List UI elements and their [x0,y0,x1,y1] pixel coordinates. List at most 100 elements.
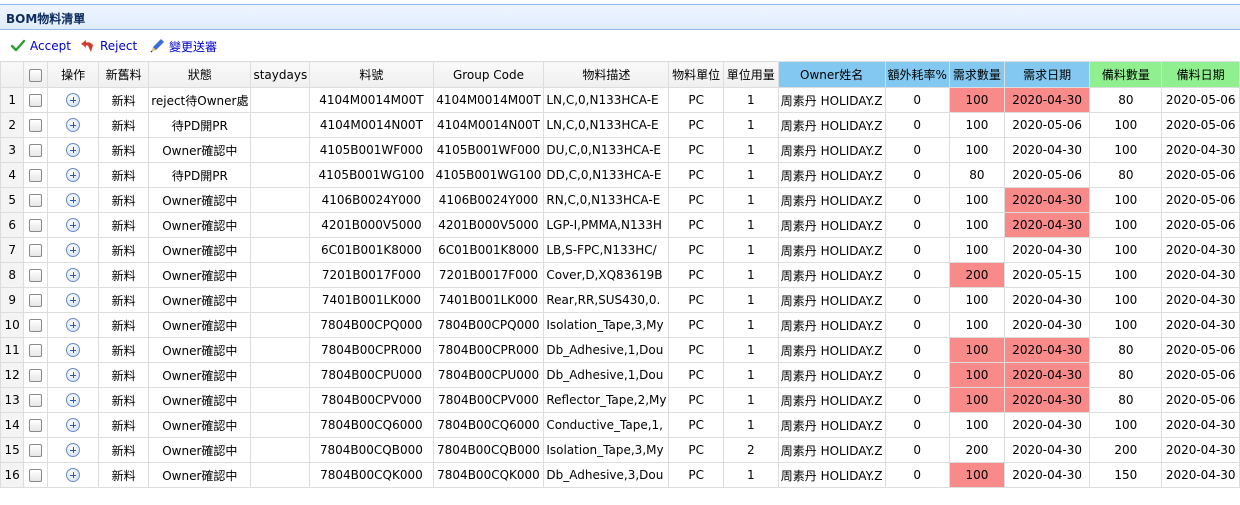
header-backup-date[interactable]: 備料日期 [1161,61,1240,88]
row-action[interactable] [47,437,99,463]
table-row[interactable]: 6 新料 Owner確認中 4201B000V5000 4201B000V5000 LGP… [0,212,1240,238]
row-select-checkbox[interactable] [29,444,43,457]
table-row[interactable]: 10 新料 Owner確認中 7804B00CPQ000 7804B00CPQ000 Is… [0,312,1240,338]
row-checkbox[interactable] [23,462,49,488]
row-action[interactable] [47,162,99,188]
expand-plus-icon[interactable] [66,193,81,208]
row-select-checkbox[interactable] [29,344,43,357]
header-usage[interactable]: 單位用量 [722,61,779,88]
expand-plus-icon[interactable] [66,168,81,183]
table-row[interactable]: 16 新料 Owner確認中 7804B00CQK000 7804B00CQK000 Db… [0,462,1240,488]
table-row[interactable]: 5 新料 Owner確認中 4106B0024Y000 4106B0024Y000 RN,… [0,187,1240,213]
row-action[interactable] [47,337,99,363]
table-row[interactable]: 14 新料 Owner確認中 7804B00CQ6000 7804B00CQ6000 Co… [0,412,1240,438]
header-description[interactable]: 物料描述 [543,61,670,88]
table-row[interactable]: 2 新料 待PD開PR 4104M0014N00T 4104M0014N00T LN,C,… [0,112,1240,138]
table-row[interactable]: 12 新料 Owner確認中 7804B00CPU000 7804B00CPU000 Db… [0,362,1240,388]
row-checkbox[interactable] [23,337,49,363]
header-action[interactable]: 操作 [47,61,99,88]
expand-plus-icon[interactable] [66,393,81,408]
row-checkbox[interactable] [23,187,49,213]
row-checkbox[interactable] [23,262,49,288]
row-checkbox[interactable] [23,87,49,113]
table-row[interactable]: 15 新料 Owner確認中 7804B00CQB000 7804B00CQB000 Is… [0,437,1240,463]
row-select-checkbox[interactable] [29,319,43,332]
expand-plus-icon[interactable] [66,118,81,133]
expand-plus-icon[interactable] [66,218,81,233]
table-row[interactable]: 1 新料 reject待Owner處 4104M0014M00T 4104M0014M0… [0,87,1240,113]
row-select-checkbox[interactable] [29,94,43,107]
header-demand-qty[interactable]: 需求數量 [948,61,1005,88]
table-row[interactable]: 8 新料 Owner確認中 7201B0017F000 7201B0017F000 Cov… [0,262,1240,288]
accept-button[interactable]: Accept [10,37,71,55]
row-select-checkbox[interactable] [29,394,43,407]
expand-plus-icon[interactable] [66,268,81,283]
row-select-checkbox[interactable] [29,269,43,282]
header-group-code[interactable]: Group Code [432,61,545,88]
row-select-checkbox[interactable] [29,169,43,182]
header-demand-date[interactable]: 需求日期 [1003,61,1091,88]
row-action[interactable] [47,187,99,213]
expand-plus-icon[interactable] [66,343,81,358]
row-action[interactable] [47,237,99,263]
header-unit[interactable]: 物料單位 [668,61,724,88]
table-row[interactable]: 7 新料 Owner確認中 6C01B001K8000 6C01B001K8000 LB,… [0,237,1240,263]
row-select-checkbox[interactable] [29,194,43,207]
expand-plus-icon[interactable] [66,293,81,308]
row-checkbox[interactable] [23,437,49,463]
row-action[interactable] [47,387,99,413]
row-checkbox[interactable] [23,112,49,138]
row-action[interactable] [47,87,99,113]
header-owner-name[interactable]: Owner姓名 [777,61,886,88]
expand-plus-icon[interactable] [66,368,81,383]
row-select-checkbox[interactable] [29,419,43,432]
row-checkbox[interactable] [23,287,49,313]
row-select-checkbox[interactable] [29,119,43,132]
row-select-checkbox[interactable] [29,144,43,157]
row-checkbox[interactable] [23,412,49,438]
row-select-checkbox[interactable] [29,369,43,382]
row-action[interactable] [47,112,99,138]
header-material-type[interactable]: 新舊料 [97,61,150,88]
expand-plus-icon[interactable] [66,443,81,458]
table-row[interactable]: 11 新料 Owner確認中 7804B00CPR000 7804B00CPR000 Db… [0,337,1240,363]
table-row[interactable]: 4 新料 待PD開PR 4105B001WG100 4105B001WG100 DD,C,… [0,162,1240,188]
row-action[interactable] [47,362,99,388]
row-checkbox[interactable] [23,162,49,188]
row-action[interactable] [47,287,99,313]
expand-plus-icon[interactable] [66,243,81,258]
reject-button[interactable]: Reject [80,37,137,55]
row-select-checkbox[interactable] [29,469,43,482]
table-row[interactable]: 3 新料 Owner確認中 4105B001WF000 4105B001WF000 DU,… [0,137,1240,163]
row-checkbox[interactable] [23,137,49,163]
row-action[interactable] [47,137,99,163]
row-checkbox[interactable] [23,212,49,238]
row-checkbox[interactable] [23,387,49,413]
row-select-checkbox[interactable] [29,219,43,232]
table-row[interactable]: 9 新料 Owner確認中 7401B001LK000 7401B001LK000 Rea… [0,287,1240,313]
row-checkbox[interactable] [23,362,49,388]
row-checkbox[interactable] [23,312,49,338]
row-select-checkbox[interactable] [29,294,43,307]
expand-plus-icon[interactable] [66,318,81,333]
expand-plus-icon[interactable] [66,143,81,158]
row-checkbox[interactable] [23,237,49,263]
header-select-all[interactable] [23,61,49,88]
expand-plus-icon[interactable] [66,418,81,433]
header-staydays[interactable]: staydays [250,61,311,88]
row-action[interactable] [47,262,99,288]
row-action[interactable] [47,212,99,238]
header-extra-rate[interactable]: 額外耗率% [884,61,950,88]
row-action[interactable] [47,462,99,488]
expand-plus-icon[interactable] [66,93,81,108]
header-status[interactable]: 狀態 [148,61,252,88]
row-select-checkbox[interactable] [29,244,43,257]
expand-plus-icon[interactable] [66,468,81,483]
header-part-number[interactable]: 料號 [309,61,434,88]
row-action[interactable] [47,412,99,438]
header-backup-qty[interactable]: 備料數量 [1089,61,1163,88]
row-action[interactable] [47,312,99,338]
change-submit-button[interactable]: 變更送審 [149,37,217,55]
table-row[interactable]: 13 新料 Owner確認中 7804B00CPV000 7804B00CPV000 Re… [0,387,1240,413]
select-all-checkbox[interactable] [29,68,43,82]
